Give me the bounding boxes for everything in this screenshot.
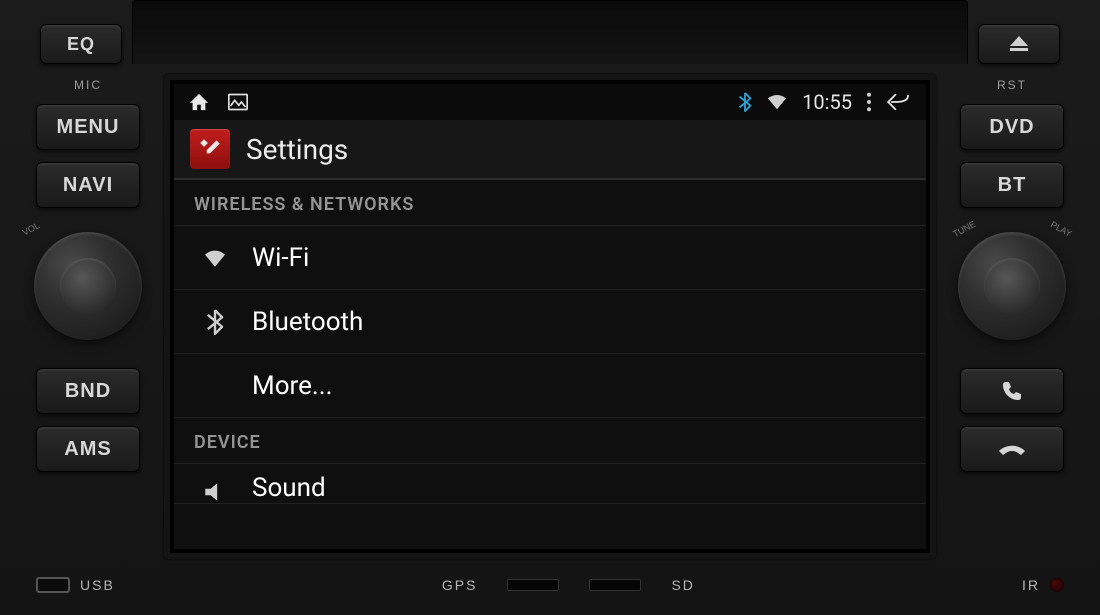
- android-screen: 10:55 Settings: [174, 84, 926, 549]
- row-sound[interactable]: Sound: [174, 464, 926, 504]
- gps-slot[interactable]: [507, 579, 559, 591]
- bluetooth-status-icon: [738, 92, 752, 112]
- sd-slot[interactable]: [589, 579, 641, 591]
- row-label: More...: [252, 371, 332, 401]
- car-head-unit: EQ MIC MENU NAVI VOL BND AMS: [0, 0, 1100, 615]
- clock: 10:55: [802, 90, 852, 114]
- usb-label: USB: [80, 577, 115, 593]
- row-wifi[interactable]: Wi-Fi: [174, 226, 926, 290]
- navi-button[interactable]: NAVI: [36, 162, 140, 208]
- settings-app-icon: [190, 129, 230, 169]
- phone-hangup-button[interactable]: [960, 426, 1064, 472]
- settings-title: Settings: [246, 133, 348, 166]
- sd-group: GPS SD: [442, 577, 695, 593]
- menu-button[interactable]: MENU: [36, 104, 140, 150]
- wifi-status-icon: [766, 93, 788, 111]
- usb-port[interactable]: [36, 577, 70, 593]
- usb-group: USB: [36, 577, 115, 593]
- wifi-icon: [200, 247, 230, 269]
- right-side-panel: RST DVD BT TUNE PLAY: [942, 70, 1082, 559]
- mic-label: MIC: [74, 78, 102, 92]
- overflow-menu-icon[interactable]: [866, 92, 872, 112]
- android-statusbar[interactable]: 10:55: [174, 84, 926, 120]
- eject-button[interactable]: [978, 24, 1060, 64]
- sound-icon: [200, 481, 230, 503]
- phone-hangup-icon: [997, 439, 1027, 459]
- ir-receiver: [1050, 578, 1064, 592]
- row-bluetooth[interactable]: Bluetooth: [174, 290, 926, 354]
- dvd-button[interactable]: DVD: [960, 104, 1064, 150]
- row-label: Sound: [252, 473, 326, 503]
- settings-header: Settings: [174, 120, 926, 180]
- disc-slot: [132, 0, 968, 64]
- settings-list[interactable]: WIRELESS & NETWORKS Wi-Fi Bluetooth: [174, 180, 926, 549]
- home-icon[interactable]: [188, 92, 210, 112]
- screen-frame: 10:55 Settings: [164, 74, 936, 559]
- row-label: Bluetooth: [252, 307, 363, 337]
- bottom-ports-row: USB GPS SD IR: [0, 559, 1100, 615]
- tune-arc-label-right: PLAY: [1049, 219, 1073, 238]
- gallery-icon[interactable]: [228, 93, 248, 111]
- bnd-button[interactable]: BND: [36, 368, 140, 414]
- rst-label: RST: [997, 78, 1027, 92]
- ir-group: IR: [1022, 577, 1064, 593]
- middle-row: MIC MENU NAVI VOL BND AMS: [0, 70, 1100, 559]
- section-wireless: WIRELESS & NETWORKS: [174, 180, 926, 226]
- eq-button[interactable]: EQ: [40, 24, 122, 64]
- phone-answer-icon: [998, 379, 1026, 403]
- left-side-panel: MIC MENU NAVI VOL BND AMS: [18, 70, 158, 559]
- ams-button[interactable]: AMS: [36, 426, 140, 472]
- volume-knob[interactable]: VOL: [28, 226, 148, 346]
- row-more[interactable]: More...: [174, 354, 926, 418]
- tune-knob[interactable]: TUNE PLAY: [952, 226, 1072, 346]
- back-icon[interactable]: [886, 93, 912, 111]
- top-hardware-row: EQ: [0, 0, 1100, 70]
- vol-arc-label: VOL: [21, 220, 42, 237]
- bluetooth-icon: [200, 309, 230, 335]
- bt-button[interactable]: BT: [960, 162, 1064, 208]
- sd-label: SD: [671, 577, 694, 593]
- gps-label: GPS: [442, 577, 478, 593]
- row-label: Wi-Fi: [252, 243, 309, 273]
- eject-icon: [1008, 36, 1030, 52]
- tune-arc-label-left: TUNE: [951, 219, 977, 239]
- section-device: DEVICE: [174, 418, 926, 464]
- phone-answer-button[interactable]: [960, 368, 1064, 414]
- ir-label: IR: [1022, 577, 1040, 593]
